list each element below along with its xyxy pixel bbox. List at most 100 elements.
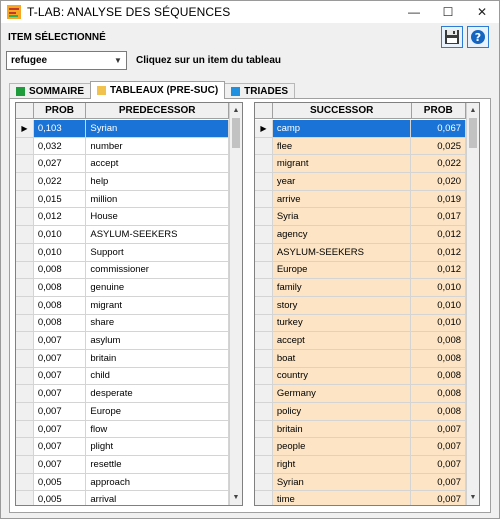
table-row[interactable]: 0,008 genuine: [16, 279, 229, 297]
table-row[interactable]: 0,008 commissioner: [16, 261, 229, 280]
table-row[interactable]: 0,010 Support: [16, 243, 229, 262]
prob-cell[interactable]: 0,010: [411, 296, 467, 314]
prob-cell[interactable]: 0,007: [34, 367, 87, 385]
table-row[interactable]: 0,005 approach: [16, 473, 229, 492]
prob-cell[interactable]: 0,017: [411, 208, 467, 226]
table-row[interactable]: Germany 0,008: [255, 385, 467, 403]
prob-cell[interactable]: 0,008: [411, 385, 467, 402]
successor-table[interactable]: SUCCESSOR PROB ▶ camp 0,067 flee 0,025 migran…: [254, 102, 480, 506]
prob-cell[interactable]: 0,067: [411, 120, 467, 137]
predecessor-cell[interactable]: asylum: [86, 332, 229, 349]
prob-cell[interactable]: 0,005: [34, 473, 87, 491]
prob-cell[interactable]: 0,025: [411, 137, 467, 155]
table-row[interactable]: Europe 0,012: [255, 261, 467, 280]
successor-cell[interactable]: ASYLUM-SEEKERS: [272, 243, 412, 261]
prob-cell[interactable]: 0,019: [411, 190, 467, 208]
prob-cell[interactable]: 0,007: [34, 403, 87, 420]
successor-cell[interactable]: policy: [272, 403, 412, 420]
prob-cell[interactable]: 0,007: [34, 349, 87, 367]
predecessor-cell[interactable]: Syrian: [86, 120, 229, 137]
prob-cell[interactable]: 0,008: [34, 314, 87, 332]
predecessor-cell[interactable]: child: [86, 367, 229, 385]
successor-cell[interactable]: turkey: [272, 314, 412, 332]
scroll-thumb[interactable]: [232, 118, 240, 148]
table-row[interactable]: accept 0,008: [255, 332, 467, 350]
table-row[interactable]: 0,007 resettle: [16, 456, 229, 474]
save-icon[interactable]: [441, 26, 463, 48]
help-icon[interactable]: ?: [467, 26, 489, 48]
table-row[interactable]: ▶ 0,103 Syrian: [16, 120, 229, 138]
successor-cell[interactable]: migrant: [272, 155, 412, 173]
table-row[interactable]: 0,007 desperate: [16, 385, 229, 403]
predecessor-cell[interactable]: desperate: [86, 385, 229, 402]
predecessor-cell[interactable]: Europe: [86, 403, 229, 420]
table-row[interactable]: agency 0,012: [255, 226, 467, 244]
scroll-up-icon[interactable]: ▲: [230, 104, 242, 117]
prob-cell[interactable]: 0,005: [34, 491, 87, 505]
prob-cell[interactable]: 0,008: [411, 403, 467, 420]
predecessor-cell[interactable]: Support: [86, 243, 229, 261]
column-header-successor[interactable]: SUCCESSOR: [273, 103, 412, 118]
predecessor-cell[interactable]: share: [86, 314, 229, 332]
table-row[interactable]: policy 0,008: [255, 403, 467, 421]
predecessor-cell[interactable]: resettle: [86, 456, 229, 473]
table-row[interactable]: britain 0,007: [255, 420, 467, 439]
column-header-predecessor[interactable]: PREDECESSOR: [86, 103, 230, 118]
table-row[interactable]: story 0,010: [255, 296, 467, 315]
prob-cell[interactable]: 0,007: [34, 385, 87, 402]
scroll-down-icon[interactable]: ▼: [230, 491, 242, 504]
tab-triades[interactable]: TRIADES: [224, 83, 296, 99]
table-row[interactable]: 0,007 britain: [16, 349, 229, 368]
table-row[interactable]: ▶ camp 0,067: [255, 120, 467, 138]
tab-sommaire[interactable]: SOMMAIRE: [9, 83, 91, 99]
scroll-down-icon[interactable]: ▼: [467, 491, 479, 504]
table-row[interactable]: 0,027 accept: [16, 155, 229, 174]
prob-cell[interactable]: 0,012: [411, 261, 467, 279]
prob-cell[interactable]: 0,007: [411, 420, 467, 438]
predecessor-cell[interactable]: number: [86, 137, 229, 155]
vertical-scrollbar[interactable]: ▲ ▼: [229, 103, 242, 505]
prob-cell[interactable]: 0,010: [411, 314, 467, 332]
prob-cell[interactable]: 0,007: [411, 456, 467, 473]
table-row[interactable]: 0,012 House: [16, 208, 229, 227]
predecessor-cell[interactable]: plight: [86, 438, 229, 456]
prob-cell[interactable]: 0,008: [34, 279, 87, 296]
prob-cell[interactable]: 0,008: [411, 332, 467, 349]
prob-cell[interactable]: 0,012: [411, 243, 467, 261]
table-row[interactable]: flee 0,025: [255, 137, 467, 156]
prob-cell[interactable]: 0,103: [33, 120, 87, 137]
maximize-button[interactable]: ☐: [431, 1, 465, 23]
table-row[interactable]: 0,007 Europe: [16, 403, 229, 421]
predecessor-cell[interactable]: commissioner: [86, 261, 229, 279]
table-row[interactable]: 0,010 ASYLUM-SEEKERS: [16, 226, 229, 244]
predecessor-cell[interactable]: arrival: [86, 491, 229, 505]
prob-cell[interactable]: 0,020: [411, 173, 467, 190]
predecessor-table[interactable]: PROB PREDECESSOR ▶ 0,103 Syrian 0,032 number…: [15, 102, 243, 506]
prob-cell[interactable]: 0,008: [34, 296, 87, 314]
table-row[interactable]: Syrian 0,007: [255, 473, 467, 492]
predecessor-cell[interactable]: flow: [86, 420, 229, 438]
minimize-button[interactable]: —: [397, 1, 431, 23]
successor-cell[interactable]: country: [272, 367, 412, 385]
successor-cell[interactable]: flee: [272, 137, 412, 155]
successor-cell[interactable]: time: [272, 491, 412, 505]
successor-cell[interactable]: accept: [272, 332, 412, 349]
successor-cell[interactable]: boat: [272, 349, 412, 367]
table-row[interactable]: right 0,007: [255, 456, 467, 474]
prob-cell[interactable]: 0,010: [34, 243, 87, 261]
table-row[interactable]: Syria 0,017: [255, 208, 467, 227]
vertical-scrollbar[interactable]: ▲ ▼: [466, 103, 479, 505]
table-row[interactable]: people 0,007: [255, 438, 467, 457]
table-row[interactable]: year 0,020: [255, 173, 467, 191]
prob-cell[interactable]: 0,012: [34, 208, 87, 226]
prob-cell[interactable]: 0,010: [411, 279, 467, 296]
predecessor-cell[interactable]: help: [86, 173, 229, 190]
predecessor-cell[interactable]: approach: [86, 473, 229, 491]
successor-cell[interactable]: Germany: [272, 385, 412, 402]
prob-cell[interactable]: 0,032: [34, 137, 87, 155]
prob-cell[interactable]: 0,010: [34, 226, 87, 243]
prob-cell[interactable]: 0,007: [34, 420, 87, 438]
predecessor-cell[interactable]: House: [86, 208, 229, 226]
prob-cell[interactable]: 0,007: [411, 438, 467, 456]
chevron-down-icon[interactable]: ▼: [110, 52, 126, 69]
